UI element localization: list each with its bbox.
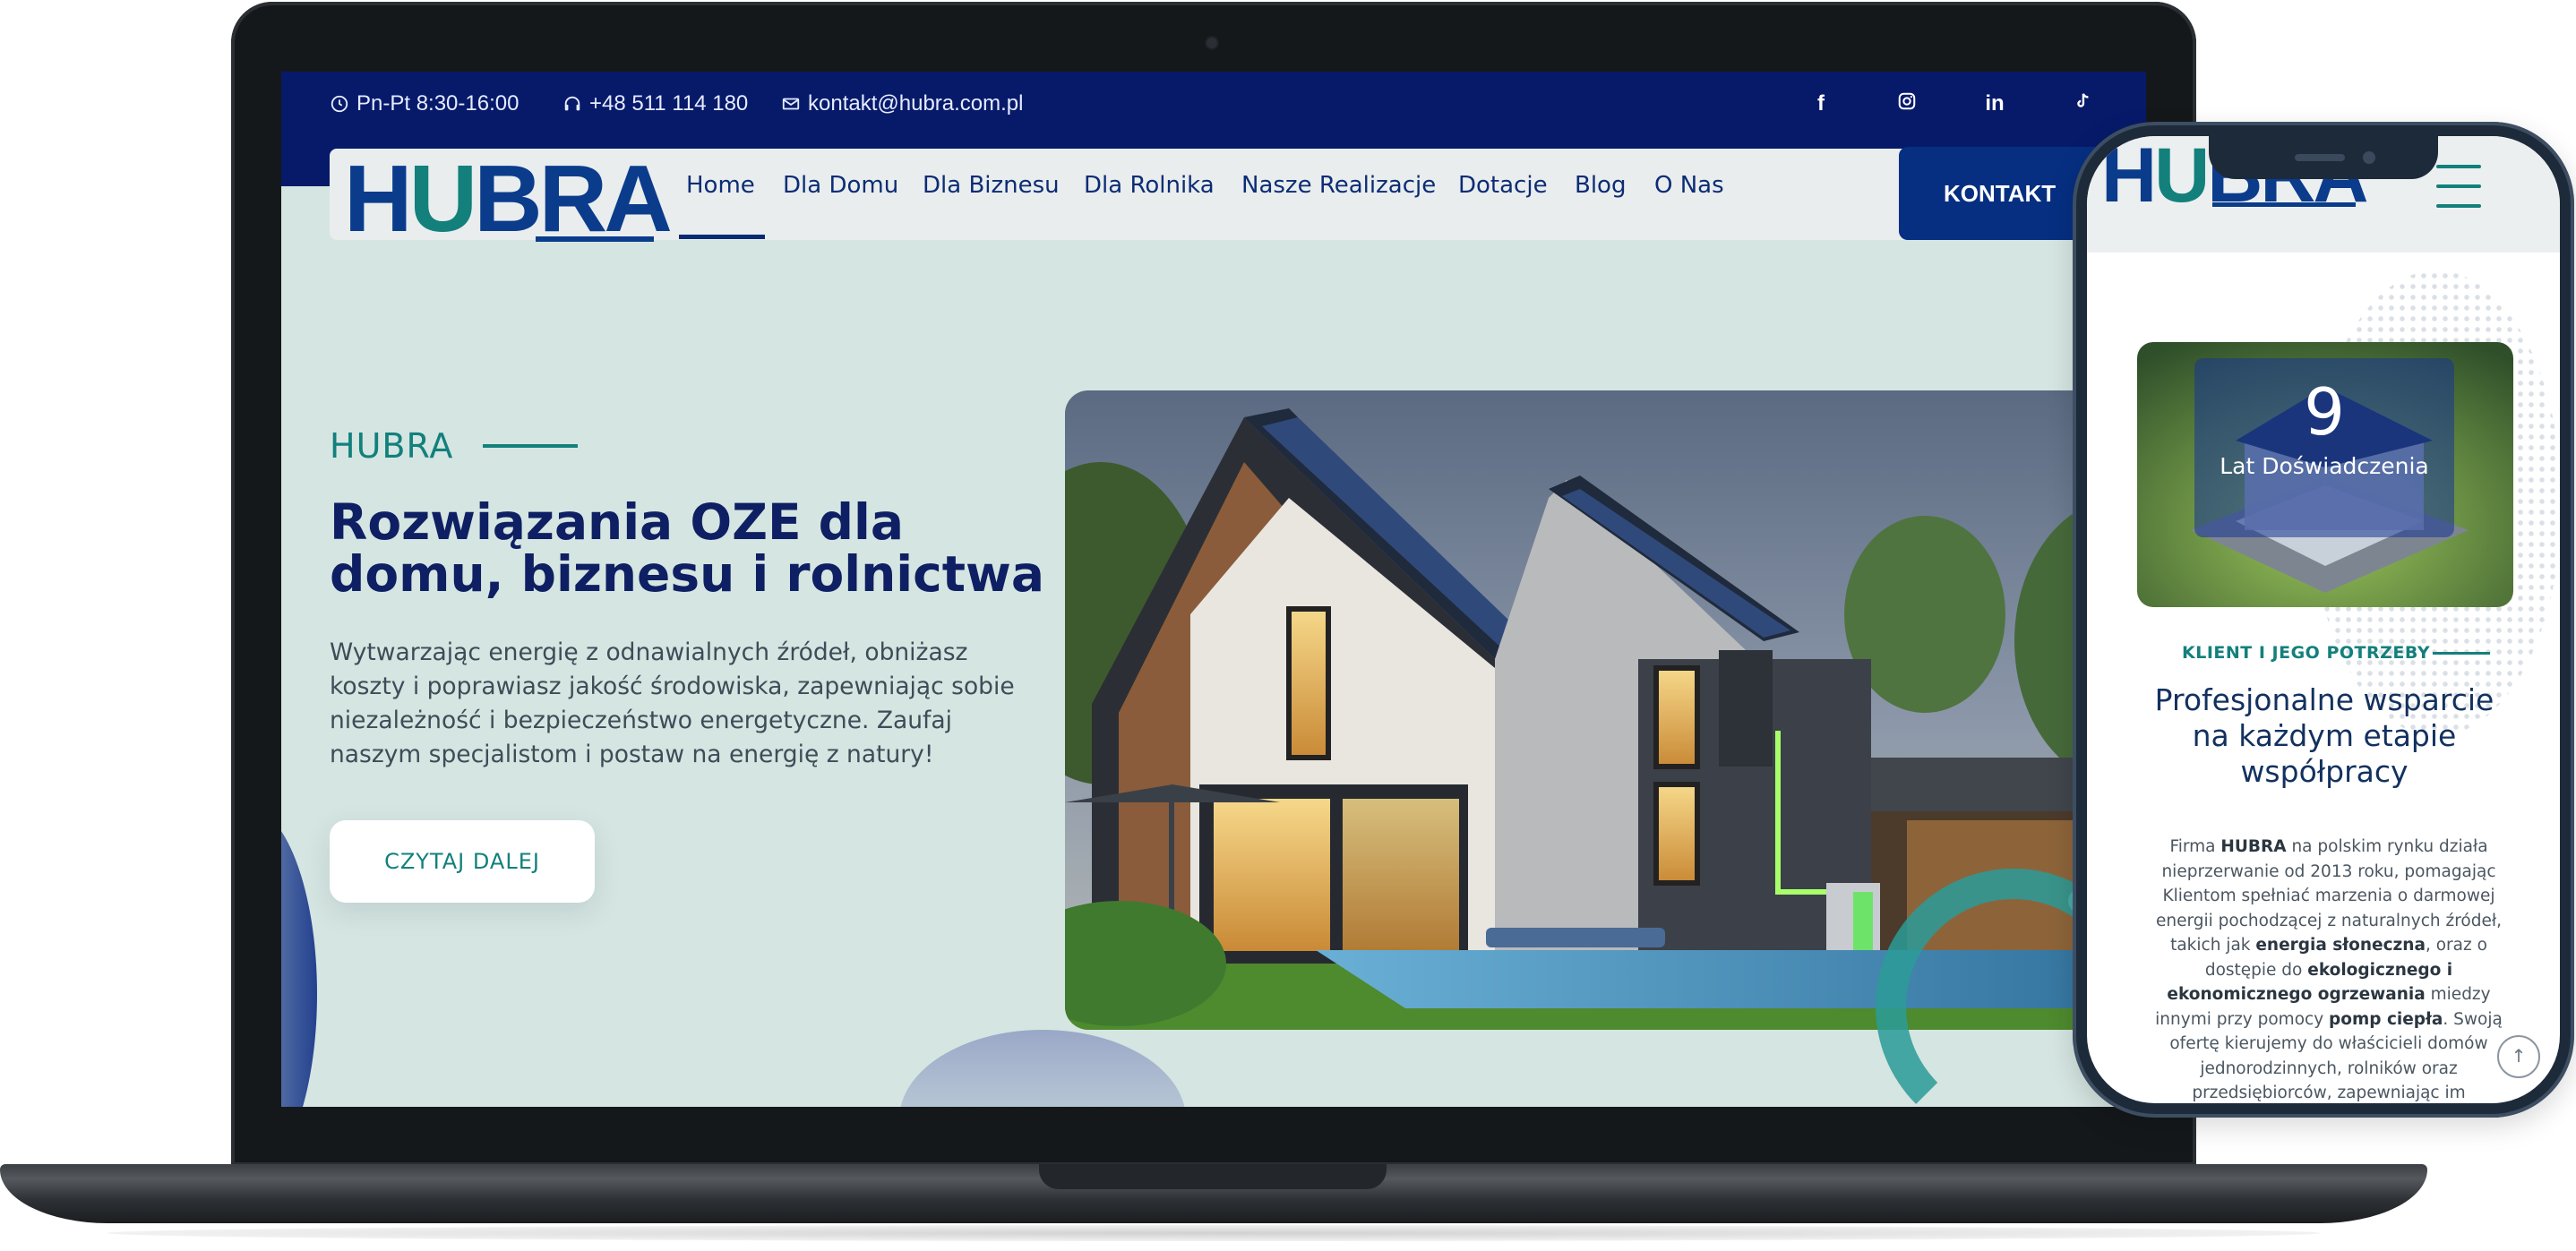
hubra-logo[interactable]: H U BRA	[344, 146, 673, 252]
phone-speaker	[2295, 154, 2345, 161]
logo-letters-bra: BRA	[474, 146, 673, 252]
laptop-camera	[1206, 38, 1217, 48]
phone-contact[interactable]: +48 511 114 180	[562, 91, 748, 116]
nav-active-indicator	[679, 235, 765, 239]
logo-letter-u: U	[2154, 136, 2210, 218]
nav-dotacje[interactable]: Dotacje	[1458, 172, 1548, 199]
nav-home[interactable]: Home	[686, 172, 755, 199]
phone-text[interactable]: +48 511 114 180	[589, 91, 748, 116]
decorative-blob-bottom	[899, 1030, 1186, 1107]
hero-description: Wytwarzając energię z odnawialnych źróde…	[330, 638, 1015, 768]
headset-icon	[564, 96, 580, 111]
hamburger-menu-icon[interactable]	[2436, 165, 2481, 208]
mobile-section-kicker: KLIENT I JEGO POTRZEBY	[2182, 643, 2431, 663]
hero-kicker-line	[483, 444, 578, 448]
nav-blog[interactable]: Blog	[1575, 172, 1626, 199]
body-bold: pomp ciepła	[2329, 1009, 2443, 1029]
tiktok-icon[interactable]	[2069, 91, 2096, 117]
experience-years-label: Lat Doświadczenia	[2220, 453, 2429, 479]
decorative-arc-left	[281, 806, 317, 1107]
facebook-icon[interactable]: f	[1807, 91, 1834, 116]
experience-years-number: 9	[2304, 374, 2345, 450]
nav-o-nas[interactable]: O Nas	[1654, 172, 1724, 199]
linkedin-icon[interactable]: in	[1981, 91, 2008, 116]
phone-camera	[2363, 151, 2375, 164]
hours-text: Pn-Pt 8:30-16:00	[356, 91, 519, 116]
nav-dla-domu[interactable]: Dla Domu	[783, 172, 898, 199]
logo-letter-u: U	[408, 146, 478, 252]
phone-notch	[2209, 136, 2438, 179]
nav-dla-biznesu[interactable]: Dla Biznesu	[923, 172, 1060, 199]
logo-underline	[536, 236, 654, 242]
read-more-button[interactable]: CZYTAJ DALEJ	[330, 820, 595, 903]
mobile-website: H U BRA 9 Lat Doświadczenia KLIENT I JEG…	[2087, 136, 2560, 1103]
opening-hours: Pn-Pt 8:30-16:00	[330, 91, 519, 116]
hero-title: Rozwiązania OZE dla domu, biznesu i roln…	[330, 493, 1044, 603]
instagram-icon[interactable]	[1893, 91, 1920, 117]
clock-icon	[331, 95, 348, 113]
desktop-website: Pn-Pt 8:30-16:00 +48 511 114 180 kontakt…	[281, 72, 2146, 1107]
mobile-section-title: Profesjonalne wsparcie na każdym etapie …	[2154, 682, 2494, 789]
mobile-section-body: Firma HUBRA na polskim rynku działa niep…	[2141, 835, 2517, 1103]
scroll-to-top-button[interactable]: ↑	[2497, 1035, 2540, 1078]
hero-kicker: HUBRA	[330, 426, 454, 466]
body-bold: energia słoneczna	[2255, 936, 2426, 955]
laptop-hinge-notch	[1039, 1164, 1387, 1189]
email-contact[interactable]: kontakt@hubra.com.pl	[781, 91, 1023, 116]
mobile-kicker-line	[2433, 652, 2490, 655]
logo-letter-h: H	[344, 146, 413, 252]
envelope-icon	[782, 98, 800, 110]
nav-nasze-realizacje[interactable]: Nasze Realizacje	[1241, 172, 1436, 199]
mobile-logo-underline	[2212, 202, 2356, 207]
laptop-shadow	[107, 1225, 2320, 1241]
body-bold: HUBRA	[2220, 837, 2287, 856]
logo-letter-h: H	[2101, 136, 2157, 218]
email-text[interactable]: kontakt@hubra.com.pl	[808, 91, 1023, 116]
body-text: Firma	[2169, 837, 2221, 856]
nav-dla-rolnika[interactable]: Dla Rolnika	[1084, 172, 1215, 199]
